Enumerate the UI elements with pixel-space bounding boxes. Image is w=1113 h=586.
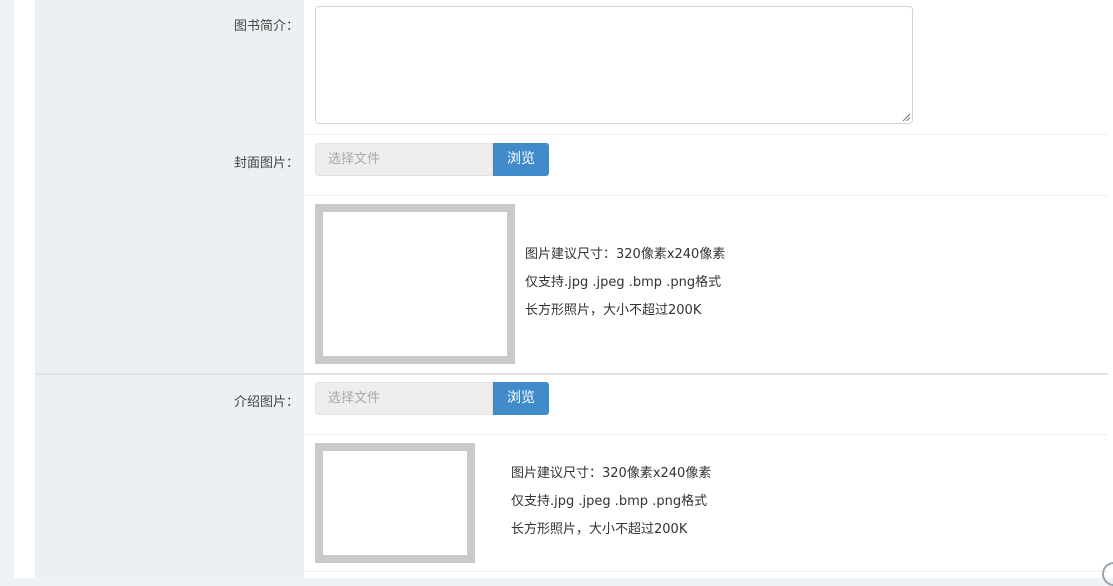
intro-image-label: 介绍图片：: [233, 395, 299, 410]
intro-file-input[interactable]: 选择文件: [315, 382, 493, 415]
cover-file-input[interactable]: 选择文件: [315, 143, 493, 176]
cover-image-placeholder: [323, 212, 507, 356]
page-left-gutter: [0, 0, 14, 578]
row-divider: [304, 195, 1108, 196]
cover-format-hint: 仅支持.jpg .jpeg .bmp .png格式: [525, 275, 722, 290]
cover-filesize-hint: 长方形照片，大小不超过200K: [525, 303, 702, 318]
row-divider: [304, 434, 1108, 435]
intro-image-placeholder: [323, 451, 467, 555]
row-divider: [304, 134, 1108, 135]
book-intro-textarea[interactable]: [315, 6, 913, 124]
label-column: [35, 0, 304, 578]
cover-image-preview: [315, 204, 515, 364]
intro-browse-button[interactable]: 浏览: [493, 382, 549, 415]
cover-image-label: 封面图片：: [233, 156, 299, 171]
row-divider: [304, 571, 1108, 572]
section-divider: [35, 373, 1108, 375]
resize-handle-icon[interactable]: [902, 113, 910, 121]
scroll-top-icon[interactable]: [1102, 562, 1113, 586]
intro-format-hint: 仅支持.jpg .jpeg .bmp .png格式: [511, 494, 708, 509]
intro-filesize-hint: 长方形照片，大小不超过200K: [511, 522, 688, 537]
intro-size-hint: 图片建议尺寸：320像素x240像素: [511, 466, 712, 481]
cover-size-hint: 图片建议尺寸：320像素x240像素: [525, 247, 726, 262]
cover-browse-button[interactable]: 浏览: [493, 143, 549, 176]
intro-image-preview: [315, 443, 475, 563]
book-intro-label: 图书简介：: [233, 19, 299, 34]
